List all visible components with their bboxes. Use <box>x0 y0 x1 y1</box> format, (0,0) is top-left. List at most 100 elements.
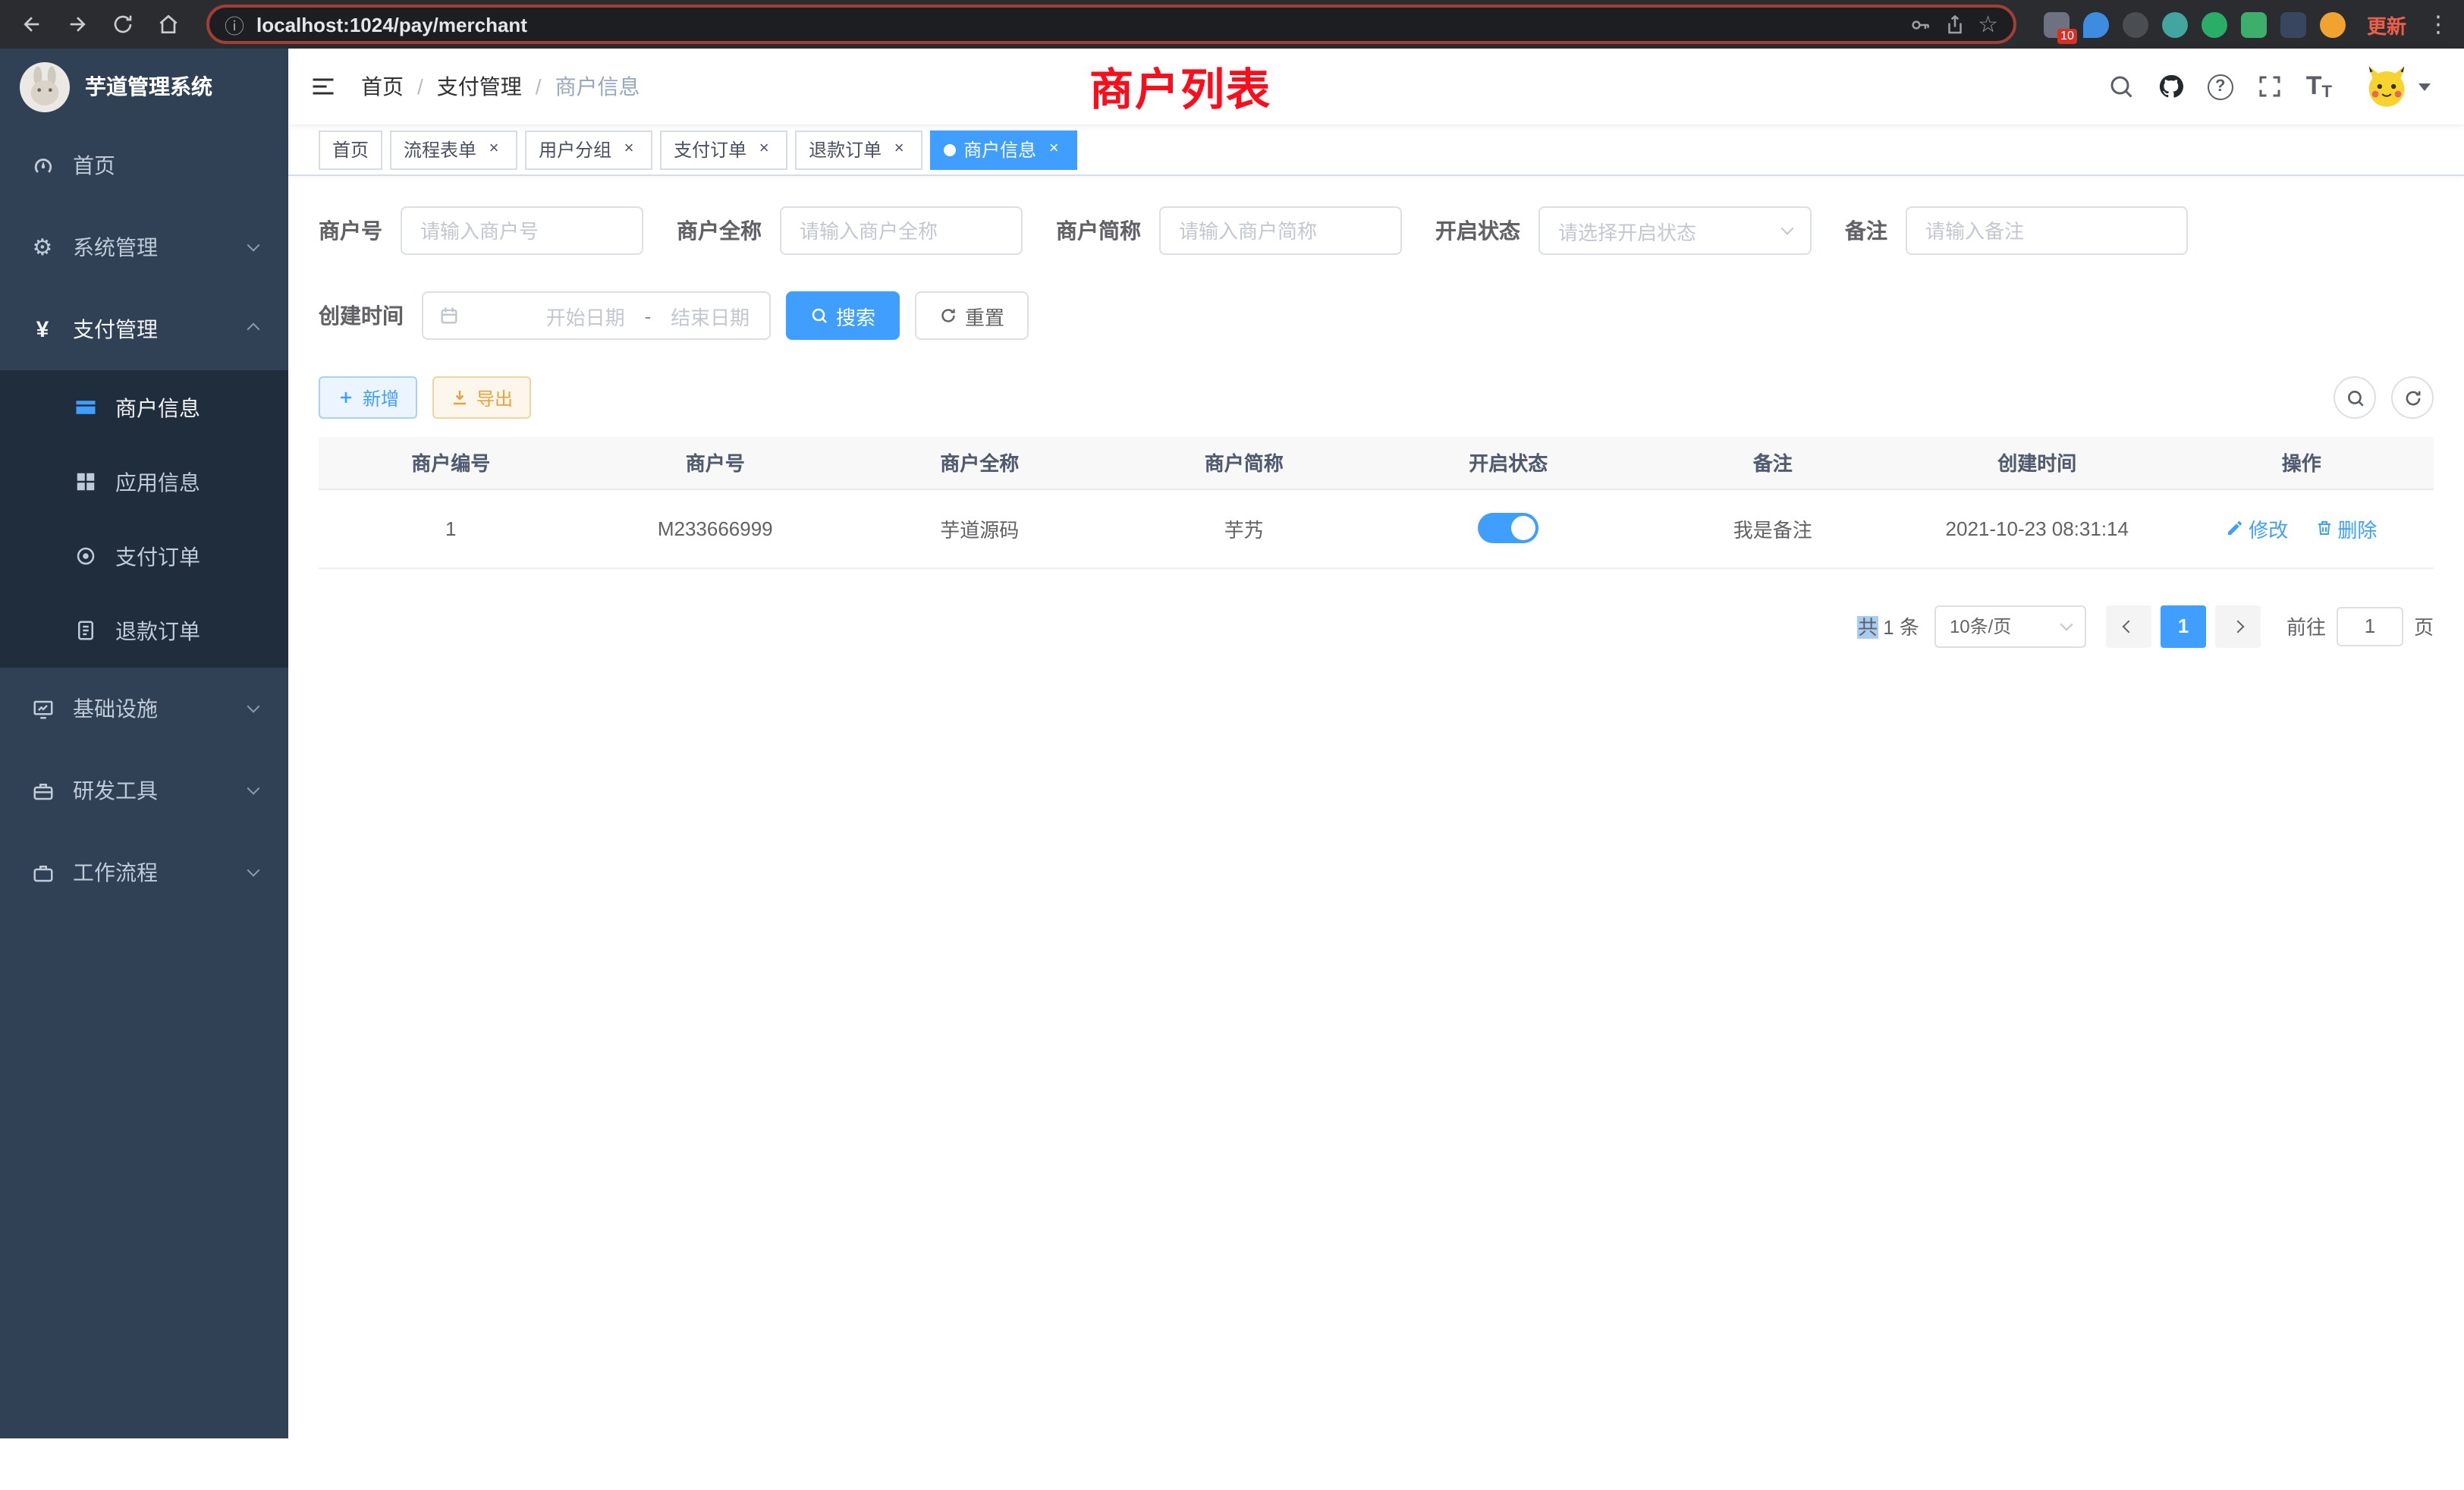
forward-icon[interactable] <box>58 5 97 44</box>
site-info-icon[interactable]: ⓘ <box>225 10 244 39</box>
cell-create-time: 2021-10-23 08:31:14 <box>1905 489 2170 567</box>
delete-link[interactable]: 删除 <box>2315 514 2377 542</box>
search-icon[interactable] <box>2107 73 2135 100</box>
merchant-no-input[interactable] <box>401 206 643 255</box>
tab-label: 流程表单 <box>404 137 476 162</box>
edit-link[interactable]: 修改 <box>2226 514 2288 542</box>
reload-icon[interactable] <box>103 5 143 44</box>
password-key-icon[interactable] <box>1908 13 1931 36</box>
close-icon[interactable]: × <box>619 140 639 159</box>
filter-row-1: 商户号 商户全称 商户简称 开启状态 请选择开启状态 <box>319 206 2434 255</box>
extension-icon-1[interactable]: 10 <box>2044 11 2070 37</box>
trash-icon <box>2315 519 2333 537</box>
fullscreen-icon[interactable] <box>2256 73 2283 100</box>
gear-icon: ⚙ <box>30 235 55 259</box>
close-icon[interactable]: × <box>1044 140 1064 159</box>
help-icon[interactable]: ? <box>2208 74 2233 99</box>
tab-merchant-info[interactable]: 商户信息 × <box>930 130 1077 169</box>
tab-label: 退款订单 <box>809 137 882 162</box>
extension-badge: 10 <box>2057 28 2077 43</box>
extension-icon-3[interactable] <box>2123 11 2148 37</box>
date-range-picker[interactable]: 开始日期 - 结束日期 <box>422 291 771 340</box>
export-button[interactable]: 导出 <box>432 376 531 419</box>
tab-pay-order[interactable]: 支付订单× <box>660 130 787 169</box>
close-icon[interactable]: × <box>484 140 504 159</box>
sidebar-item-label: 退款订单 <box>115 615 200 646</box>
share-icon[interactable] <box>1943 13 1966 36</box>
prev-page-button[interactable] <box>2106 605 2151 647</box>
page-annotation: 商户列表 <box>1089 55 1271 118</box>
reset-button[interactable]: 重置 <box>915 291 1029 340</box>
col-full-name: 商户全称 <box>847 437 1112 489</box>
full-name-label: 商户全称 <box>677 215 762 246</box>
back-icon[interactable] <box>12 5 52 44</box>
font-size-icon[interactable]: TT <box>2306 71 2332 102</box>
short-name-input[interactable] <box>1159 206 1402 255</box>
breadcrumb-home[interactable]: 首页 <box>361 71 404 102</box>
sidebar-item-pay-order[interactable]: 支付订单 <box>0 519 288 593</box>
search-icon <box>810 306 828 325</box>
sidebar-item-refund-order[interactable]: 退款订单 <box>0 593 288 668</box>
github-icon[interactable] <box>2158 73 2185 100</box>
yen-icon: ¥ <box>30 317 55 341</box>
breadcrumb-current: 商户信息 <box>555 71 640 102</box>
refresh-icon <box>2403 388 2422 407</box>
hamburger-icon[interactable] <box>310 73 337 100</box>
tab-user-group[interactable]: 用户分组 × <box>525 130 652 169</box>
reset-button-label: 重置 <box>965 301 1004 330</box>
cell-status <box>1376 489 1641 567</box>
sidebar-menu: 首页 ⚙ 系统管理 ¥ 支付管理 商户信息 <box>0 124 288 913</box>
app-title: 芋道管理系统 <box>85 71 212 102</box>
app-frame: 芋道管理系统 首页 ⚙ 系统管理 ¥ 支付管理 <box>0 49 2464 1438</box>
sidebar-logo[interactable]: 芋道管理系统 <box>0 49 288 124</box>
status-toggle[interactable] <box>1478 513 1538 543</box>
extension-icon-2[interactable] <box>2083 11 2109 37</box>
bookmark-star-icon[interactable]: ☆ <box>1978 11 1998 38</box>
page-size-select[interactable]: 10条/页 <box>1934 605 2086 647</box>
next-page-button[interactable] <box>2215 605 2261 647</box>
close-icon[interactable]: × <box>889 140 909 159</box>
chrome-update-button[interactable]: 更新 <box>2367 10 2406 39</box>
sidebar-item-dev-tools[interactable]: 研发工具 <box>0 750 288 831</box>
refresh-table-button[interactable] <box>2391 376 2434 419</box>
user-avatar-menu[interactable] <box>2364 64 2431 109</box>
close-icon[interactable]: × <box>754 140 774 159</box>
sidebar-item-workflow[interactable]: 工作流程 <box>0 831 288 913</box>
tab-process-form[interactable]: 流程表单 × <box>390 130 517 169</box>
full-name-input[interactable] <box>780 206 1023 255</box>
breadcrumb-payment[interactable]: 支付管理 <box>437 71 522 102</box>
address-bar[interactable]: ⓘ localhost:1024/pay/merchant ☆ <box>206 5 2016 44</box>
page-unit-label: 页 <box>2414 611 2434 640</box>
goto-page-input[interactable] <box>2337 606 2403 646</box>
record-circle-icon <box>73 544 97 568</box>
remark-input[interactable] <box>1906 206 2188 255</box>
browser-menu-icon[interactable]: ⋮ <box>2425 11 2452 38</box>
extension-icon-4[interactable] <box>2162 11 2188 37</box>
col-status: 开启状态 <box>1376 437 1641 489</box>
sidebar-item-app-info[interactable]: 应用信息 <box>0 445 288 519</box>
search-button[interactable]: 搜索 <box>786 291 900 340</box>
sidebar-item-home[interactable]: 首页 <box>0 124 288 206</box>
url-text[interactable]: localhost:1024/pay/merchant <box>256 13 1896 36</box>
page-1-button[interactable]: 1 <box>2161 605 2206 647</box>
extension-icon-5[interactable] <box>2202 11 2227 37</box>
toggle-search-button[interactable] <box>2334 376 2376 419</box>
add-button[interactable]: 新增 <box>319 376 417 419</box>
extension-icon-7[interactable] <box>2280 11 2306 37</box>
sidebar-item-merchant-info[interactable]: 商户信息 <box>0 370 288 445</box>
home-icon[interactable] <box>149 5 188 44</box>
sidebar-item-payment[interactable]: ¥ 支付管理 <box>0 288 288 370</box>
extension-icon-8[interactable] <box>2320 11 2346 37</box>
tab-refund-order[interactable]: 退款订单 × <box>795 130 922 169</box>
extension-icon-6[interactable] <box>2241 11 2267 37</box>
tab-label: 商户信息 <box>963 137 1036 162</box>
cell-full-name: 芋道源码 <box>847 489 1112 567</box>
plus-icon <box>337 388 355 407</box>
tab-label: 用户分组 <box>539 137 611 162</box>
status-select[interactable]: 请选择开启状态 <box>1538 206 1812 255</box>
tab-home[interactable]: 首页 <box>319 130 382 169</box>
sidebar-item-system[interactable]: ⚙ 系统管理 <box>0 206 288 288</box>
goto-label: 前往 <box>2286 611 2326 640</box>
sidebar-item-infrastructure[interactable]: 基础设施 <box>0 668 288 750</box>
add-button-label: 新增 <box>363 385 399 410</box>
